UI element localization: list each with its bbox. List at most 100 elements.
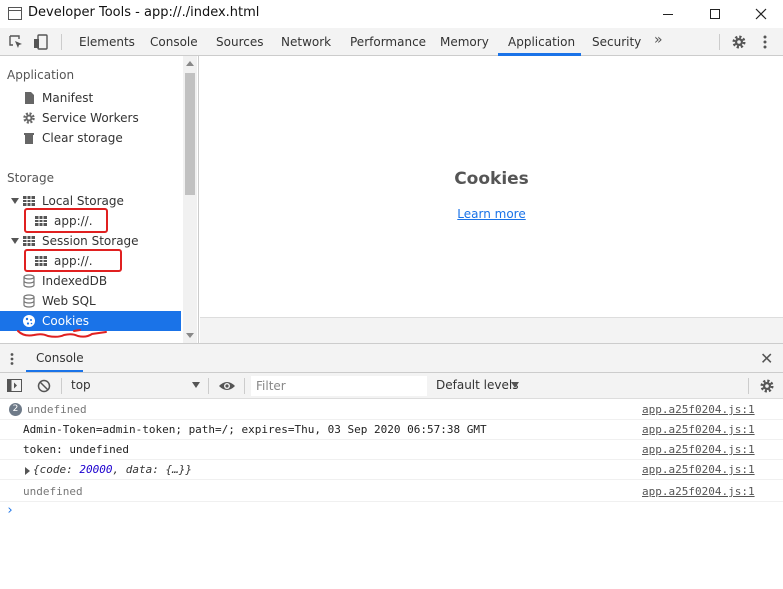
tab-console[interactable]: Console xyxy=(150,28,198,56)
window-icon xyxy=(8,7,22,20)
clear-console-icon[interactable] xyxy=(37,379,51,393)
eye-icon[interactable] xyxy=(218,380,236,392)
console-prompt-icon[interactable]: › xyxy=(6,503,14,518)
database-icon xyxy=(23,294,35,308)
console-message-text: undefined xyxy=(23,485,83,498)
close-window-button[interactable] xyxy=(738,0,783,28)
console-filter-input[interactable] xyxy=(251,376,427,396)
gear-icon xyxy=(23,112,35,124)
drawer-tab-console[interactable]: Console xyxy=(26,344,94,372)
console-message: undefined app.a25f0204.js:1 xyxy=(0,482,783,502)
inspect-element-icon[interactable] xyxy=(8,34,24,50)
sidebar-item-indexeddb[interactable]: IndexedDB xyxy=(22,271,107,291)
sidebar-section-storage: Storage xyxy=(7,171,54,185)
console-message-text: undefined xyxy=(27,403,87,416)
minimize-button[interactable] xyxy=(645,0,690,28)
toolbar-divider xyxy=(61,34,62,50)
sidebar-item-manifest[interactable]: Manifest xyxy=(22,88,93,108)
toolbar-divider xyxy=(208,378,209,394)
trash-icon xyxy=(24,133,34,144)
console-source-link[interactable]: app.a25f0204.js:1 xyxy=(642,420,755,440)
sidebar-item-clear-storage[interactable]: Clear storage xyxy=(22,128,123,148)
console-message: 2 undefined app.a25f0204.js:1 xyxy=(0,400,783,420)
object-preview-end: , data: {…}} xyxy=(112,463,192,476)
console-toolbar: top Default levels xyxy=(0,373,783,399)
sidebar-toggle-icon[interactable] xyxy=(7,379,22,392)
window-title: Developer Tools - app://./index.html xyxy=(28,5,260,20)
sidebar-item-service-workers[interactable]: Service Workers xyxy=(22,108,139,128)
console-object-preview[interactable]: {code: 20000, data: {…}} xyxy=(33,460,192,480)
sidebar-scrollbar-thumb[interactable] xyxy=(185,73,195,195)
document-icon xyxy=(25,92,34,104)
console-message-text: Admin-Token=admin-token; path=/; expires… xyxy=(23,423,487,436)
scroll-up-arrow-icon[interactable] xyxy=(186,61,194,66)
console-source-link[interactable]: app.a25f0204.js:1 xyxy=(642,400,755,420)
repeat-count-badge: 2 xyxy=(9,403,22,416)
console-message: {code: 20000, data: {…}} app.a25f0204.js… xyxy=(0,460,783,480)
sidebar-item-label: Clear storage xyxy=(42,131,123,145)
drawer-tab-bar: Console ✕ xyxy=(0,343,783,373)
scroll-down-arrow-icon[interactable] xyxy=(186,333,194,338)
devtools-tab-bar: Elements Console Sources Network Perform… xyxy=(0,28,783,56)
cookies-panel: Cookies Learn more xyxy=(200,56,783,317)
sidebar-item-websql[interactable]: Web SQL xyxy=(22,291,96,311)
sidebar-section-application: Application xyxy=(7,68,75,82)
annotation-underline xyxy=(17,329,107,338)
grid-icon xyxy=(23,196,35,206)
sidebar-item-label: IndexedDB xyxy=(42,274,108,288)
annotation-box-local-storage xyxy=(24,208,108,233)
sidebar-item-label: Manifest xyxy=(42,91,94,105)
annotation-box-session-storage xyxy=(24,249,122,272)
tab-elements[interactable]: Elements xyxy=(79,28,135,56)
application-sidebar: Application Manifest Service Workers Cle… xyxy=(0,56,199,343)
maximize-button[interactable] xyxy=(692,0,737,28)
expand-triangle-icon[interactable] xyxy=(11,238,19,244)
tab-application[interactable]: Application xyxy=(508,28,575,56)
grid-icon xyxy=(23,236,35,246)
console-source-link[interactable]: app.a25f0204.js:1 xyxy=(642,440,755,460)
console-message: Admin-Token=admin-token; path=/; expires… xyxy=(0,420,783,440)
toolbar-divider xyxy=(61,378,62,394)
execution-context-select[interactable]: top xyxy=(71,378,91,392)
tab-security[interactable]: Security xyxy=(592,28,641,56)
sidebar-item-label: Session Storage xyxy=(42,234,139,248)
title-bar: Developer Tools - app://./index.html xyxy=(0,0,783,28)
sidebar-item-session-storage[interactable]: Session Storage xyxy=(22,231,139,251)
expand-triangle-icon[interactable] xyxy=(11,198,19,204)
device-toolbar-icon[interactable] xyxy=(33,34,49,50)
console-source-link[interactable]: app.a25f0204.js:1 xyxy=(642,460,755,480)
sidebar-item-label: Web SQL xyxy=(42,294,96,308)
learn-more-link[interactable]: Learn more xyxy=(200,207,783,221)
tab-sources[interactable]: Sources xyxy=(216,28,263,56)
toolbar-divider xyxy=(244,378,245,394)
maximize-icon xyxy=(709,9,720,19)
database-icon xyxy=(23,274,35,288)
close-drawer-button[interactable]: ✕ xyxy=(760,349,773,368)
object-preview-start: {code: xyxy=(33,463,80,476)
console-message: token: undefined app.a25f0204.js:1 xyxy=(0,440,783,460)
active-drawer-tab-indicator xyxy=(26,370,83,372)
expand-object-triangle-icon[interactable] xyxy=(25,467,30,475)
toolbar-divider xyxy=(719,34,720,50)
tab-memory[interactable]: Memory xyxy=(440,28,489,56)
chevron-down-icon[interactable] xyxy=(511,382,519,388)
more-tabs-button[interactable]: » xyxy=(654,32,663,48)
minimize-icon xyxy=(662,13,673,15)
cookie-icon xyxy=(23,315,35,327)
drawer-menu-icon[interactable] xyxy=(9,352,15,366)
panel-title: Cookies xyxy=(454,169,529,189)
close-icon xyxy=(755,8,766,20)
tab-network[interactable]: Network xyxy=(281,28,331,56)
panel-footer xyxy=(200,317,783,343)
tab-performance[interactable]: Performance xyxy=(350,28,426,56)
chevron-down-icon[interactable] xyxy=(192,382,200,388)
console-settings-gear-icon[interactable] xyxy=(759,378,775,394)
customize-menu-icon[interactable] xyxy=(762,34,768,50)
sidebar-item-label: Service Workers xyxy=(42,111,139,125)
toolbar-divider xyxy=(748,378,749,394)
console-message-text: token: undefined xyxy=(23,443,129,456)
settings-gear-icon[interactable] xyxy=(731,34,747,50)
log-levels-select[interactable]: Default levels xyxy=(436,378,518,392)
console-source-link[interactable]: app.a25f0204.js:1 xyxy=(642,482,755,502)
object-preview-number: 20000 xyxy=(79,463,113,476)
